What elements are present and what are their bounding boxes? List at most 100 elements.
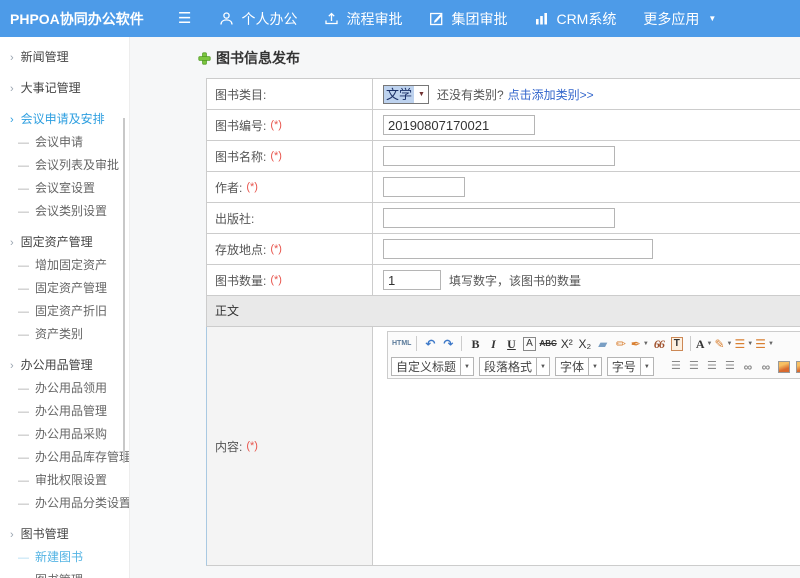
nav-crm-system[interactable]: CRM系统 — [534, 9, 616, 29]
nav-more-apps[interactable]: 更多应用 ▼ — [643, 9, 716, 29]
form-row-book-name: 图书名称: (*) — [206, 141, 800, 172]
superscript-button[interactable]: X² — [559, 335, 575, 353]
nav-item-label: CRM系统 — [556, 9, 616, 29]
required-marker: (*) — [270, 119, 282, 131]
unlink-button[interactable]: ∞ — [758, 358, 774, 376]
font-style-button[interactable]: A — [521, 335, 537, 353]
custom-title-select[interactable]: 自定义标题▼ — [391, 357, 474, 376]
author-input[interactable] — [383, 177, 465, 197]
font-family-select[interactable]: 字体▼ — [555, 357, 602, 376]
paste-text-icon: T — [671, 337, 683, 351]
sidebar-item-group[interactable]: ›会议申请及安排 — [0, 108, 129, 131]
sidebar-item-group[interactable]: ›办公用品管理 — [0, 354, 129, 377]
bar-chart-icon — [534, 11, 549, 26]
align-center-button[interactable]: ☰ — [686, 358, 702, 376]
blockquote-button[interactable]: 66 — [651, 335, 667, 353]
ordered-list-button[interactable]: ☰▼ — [734, 335, 753, 353]
unordered-list-button[interactable]: ☰▼ — [755, 335, 774, 353]
italic-button[interactable]: I — [485, 335, 501, 353]
strikethrough-button[interactable]: ABC — [539, 335, 556, 353]
bold-button[interactable]: B — [467, 335, 483, 353]
clean-format-button[interactable]: ✏ — [613, 335, 629, 353]
sidebar-item-sub[interactable]: —审批权限设置 — [0, 469, 129, 492]
add-category-link[interactable]: 点击添加类别>> — [508, 86, 594, 103]
unlink-icon: ∞ — [762, 361, 771, 373]
sidebar-item-sub[interactable]: —图书管理 — [0, 569, 129, 578]
sidebar-item-sub[interactable]: —固定资产管理 — [0, 277, 129, 300]
nav-item-label: 个人办公 — [241, 9, 297, 29]
ordered-list-icon: ☰ — [734, 338, 745, 350]
nav-personal-office[interactable]: 个人办公 — [219, 9, 297, 29]
dash-icon: — — [18, 498, 29, 510]
align-justify-button[interactable]: ☰ — [722, 358, 738, 376]
sidebar-item-label: 增加固定资产 — [35, 258, 107, 272]
book-number-input[interactable] — [383, 115, 535, 135]
paragraph-format-select[interactable]: 段落格式▼ — [479, 357, 550, 376]
sidebar-item-sub[interactable]: —办公用品库存管理 — [0, 446, 129, 469]
underline-icon: U — [507, 338, 516, 350]
upload-image-button[interactable] — [794, 358, 800, 376]
chevron-right-icon: › — [10, 114, 14, 126]
link-icon: ∞ — [744, 361, 753, 373]
html-source-button[interactable]: HTML — [392, 335, 411, 353]
redo-button[interactable]: ↷ — [440, 335, 456, 353]
format-painter-button[interactable]: ✒▼ — [631, 335, 649, 353]
subscript-icon: X₂ — [578, 338, 591, 350]
dash-icon: — — [18, 552, 29, 564]
sidebar-item-sub[interactable]: —办公用品采购 — [0, 423, 129, 446]
sidebar-item-group[interactable]: ›新闻管理 — [0, 46, 129, 69]
sidebar-item-sub[interactable]: —办公用品分类设置 — [0, 492, 129, 515]
font-size-select[interactable]: 字号▼ — [607, 357, 654, 376]
book-name-input[interactable] — [383, 146, 615, 166]
sidebar-item-label: 会议类别设置 — [35, 204, 107, 218]
sidebar-item-sub[interactable]: —会议申请 — [0, 131, 129, 154]
category-select[interactable]: 文学 ▼ — [383, 85, 429, 104]
font-size-select-label: 字号 — [612, 358, 636, 375]
sidebar-item-group[interactable]: ›图书管理 — [0, 523, 129, 546]
editor-content-area[interactable] — [387, 379, 800, 559]
field-label: 图书类目: — [207, 79, 373, 109]
add-plus-icon — [198, 52, 211, 65]
sidebar-item-sub[interactable]: —资产类别 — [0, 323, 129, 346]
sidebar-item-sub[interactable]: —增加固定资产 — [0, 254, 129, 277]
sidebar-item-label: 新闻管理 — [21, 50, 69, 64]
underline-button[interactable]: U — [503, 335, 519, 353]
dash-icon: — — [18, 206, 29, 218]
toolbar-separator — [690, 336, 691, 351]
nav-flow-approval[interactable]: 流程审批 — [324, 9, 402, 29]
sidebar-item-sub[interactable]: —固定资产折旧 — [0, 300, 129, 323]
font-color-button[interactable]: A▼ — [696, 335, 713, 353]
subscript-button[interactable]: X₂ — [577, 335, 593, 353]
align-right-button[interactable]: ☰ — [704, 358, 720, 376]
nav-group-approval[interactable]: 集团审批 — [429, 9, 507, 29]
caret-down-icon: ▼ — [588, 358, 601, 375]
toolbar-separator — [461, 336, 462, 351]
sidebar-item-sub[interactable]: —办公用品管理 — [0, 400, 129, 423]
sidebar-item-sub[interactable]: — 会议类别设置 — [0, 200, 129, 223]
location-input[interactable] — [383, 239, 653, 259]
top-bar: PHPOA协同办公软件 ☰ 个人办公 流程审批 集团审批 CRM系统 — [0, 0, 800, 37]
sidebar-item-group[interactable]: ›固定资产管理 — [0, 231, 129, 254]
sidebar-item-sub[interactable]: —办公用品领用 — [0, 377, 129, 400]
undo-button[interactable]: ↶ — [422, 335, 438, 353]
sidebar-item-label: 资产类别 — [35, 327, 83, 341]
publisher-input[interactable] — [383, 208, 615, 228]
sidebar-item-group[interactable]: ›大事记管理 — [0, 77, 129, 100]
eraser-button[interactable]: ▰ — [595, 335, 611, 353]
menu-icon[interactable]: ☰ — [178, 11, 191, 26]
sidebar-item-sub[interactable]: —会议列表及审批 — [0, 154, 129, 177]
quantity-input[interactable] — [383, 270, 441, 290]
redo-icon: ↷ — [443, 338, 453, 350]
main-content: 图书信息发布 图书类目: 文学 ▼ 还没有类别? 点击添加类别>> 图书编号: … — [130, 37, 800, 578]
insert-image-button[interactable] — [776, 358, 792, 376]
sidebar-item-sub[interactable]: —会议室设置 — [0, 177, 129, 200]
sidebar-item-sub[interactable]: —新建图书 — [0, 546, 129, 569]
sidebar-scrollbar[interactable] — [123, 118, 125, 463]
category-select-value: 文学 — [384, 86, 414, 103]
highlight-color-button[interactable]: ✎▼ — [714, 335, 732, 353]
font-style-icon: A — [523, 337, 536, 351]
select-caret-icon: ▼ — [415, 91, 428, 98]
paste-text-button[interactable]: T — [669, 335, 685, 353]
align-left-button[interactable]: ☰ — [668, 358, 684, 376]
link-button[interactable]: ∞ — [740, 358, 756, 376]
